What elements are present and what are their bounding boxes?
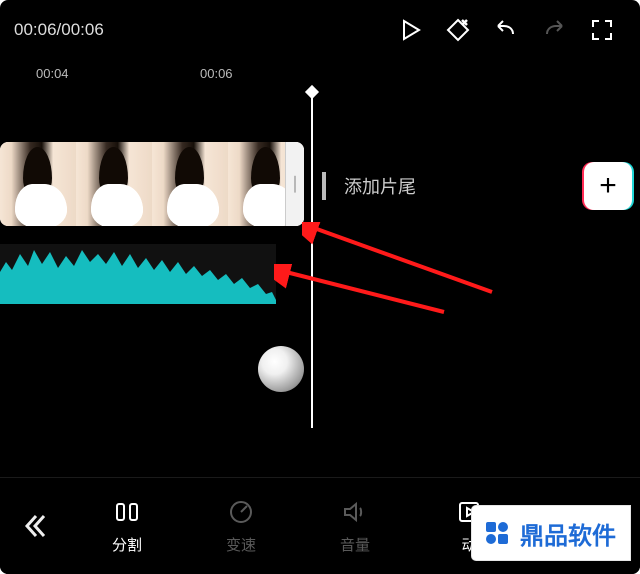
volume-button[interactable]: 音量	[298, 478, 412, 574]
clip-thumbnail	[152, 142, 228, 226]
video-clip[interactable]: ⎪	[0, 142, 304, 226]
ruler-mark: 00:04	[36, 66, 69, 81]
top-bar: 00:06/00:06	[0, 0, 640, 60]
timeline[interactable]: ⎪ 添加片尾 +	[0, 88, 640, 428]
redo-button[interactable]	[530, 6, 578, 54]
ruler-mark: 00:06	[200, 66, 233, 81]
audio-track[interactable]	[0, 244, 276, 304]
add-clip-button[interactable]: +	[584, 162, 632, 210]
speed-button[interactable]: 变速	[184, 478, 298, 574]
clip-right-handle[interactable]: ⎪	[285, 142, 304, 226]
add-tail-label: 添加片尾	[344, 173, 416, 199]
volume-label: 音量	[340, 534, 370, 555]
watermark-logo-icon	[482, 518, 512, 548]
annotation-arrow	[302, 222, 502, 302]
watermark-badge: 鼎品软件	[472, 506, 630, 560]
tail-divider-icon	[322, 172, 326, 200]
undo-button[interactable]	[482, 6, 530, 54]
keyframe-button[interactable]	[434, 6, 482, 54]
play-button[interactable]	[386, 6, 434, 54]
split-button[interactable]: 分割	[70, 478, 184, 574]
fullscreen-button[interactable]	[578, 6, 626, 54]
add-tail-region[interactable]: 添加片尾	[322, 168, 582, 204]
playhead[interactable]	[311, 88, 313, 428]
speed-label: 变速	[226, 534, 256, 555]
scrub-knob[interactable]	[258, 346, 304, 392]
annotation-arrow	[274, 264, 454, 324]
editor-screen: 00:06/00:06 00:04 00:06 ⎪	[0, 0, 640, 574]
back-button[interactable]	[0, 478, 70, 574]
clip-thumbnail	[0, 142, 76, 226]
plus-icon: +	[599, 169, 617, 203]
timecode: 00:06/00:06	[14, 20, 104, 40]
clip-thumbnail	[76, 142, 152, 226]
time-ruler[interactable]: 00:04 00:06	[0, 60, 640, 88]
split-label: 分割	[112, 534, 142, 555]
waveform-icon	[0, 244, 276, 304]
watermark-text: 鼎品软件	[520, 516, 616, 551]
